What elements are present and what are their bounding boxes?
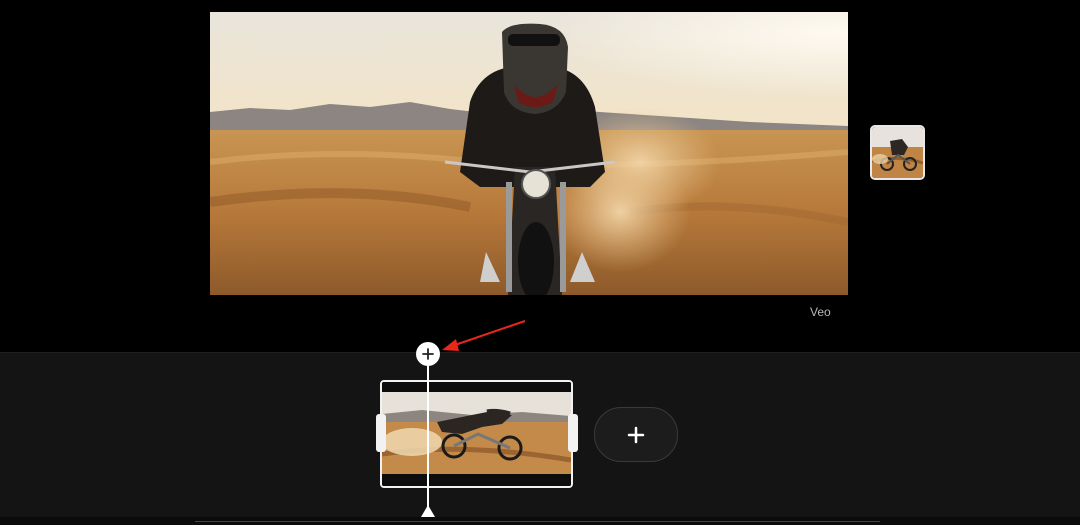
preview-viewer: Veo <box>0 0 1080 352</box>
playhead-handle[interactable] <box>421 505 435 517</box>
veo-watermark: Veo <box>810 305 831 319</box>
bottom-scroll-bar[interactable] <box>0 517 1080 525</box>
trex-motorcycle-thumbnail-image <box>872 127 923 178</box>
playhead-line[interactable] <box>427 366 429 512</box>
clip-trim-handle-left[interactable] <box>376 414 386 452</box>
trex-motorcycle-scene-image <box>210 12 848 295</box>
main-preview-frame[interactable] <box>210 12 848 295</box>
scroll-track <box>195 521 880 522</box>
trex-motorcycle-clip-thumbnail <box>382 382 571 486</box>
playhead-add-button[interactable] <box>416 342 440 366</box>
add-clip-button[interactable] <box>594 407 678 462</box>
plus-icon <box>627 426 645 443</box>
selected-frame-thumbnail[interactable] <box>870 125 925 180</box>
clip-trim-handle-right[interactable] <box>568 414 578 452</box>
plus-icon <box>422 348 434 360</box>
timeline-clip[interactable] <box>380 380 573 488</box>
